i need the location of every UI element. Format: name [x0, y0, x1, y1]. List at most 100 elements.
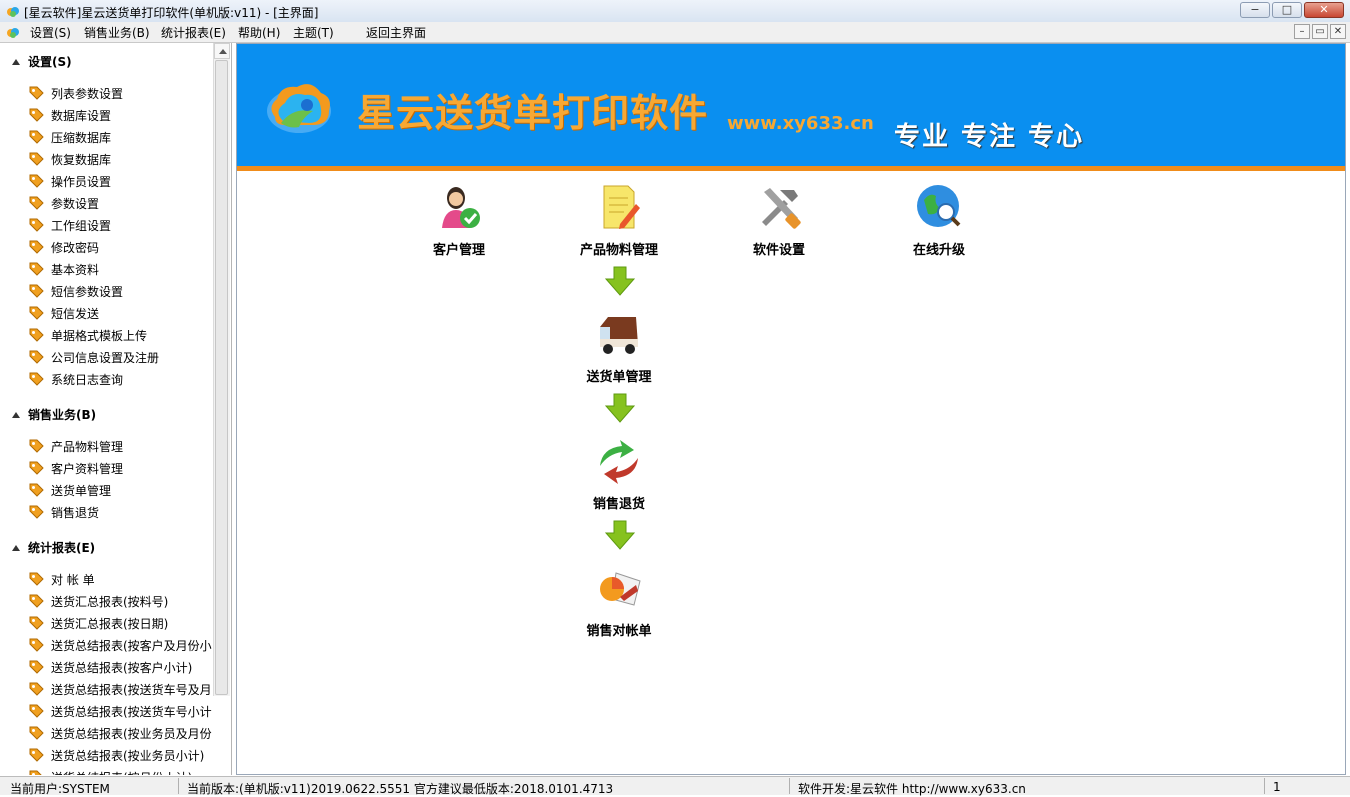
menu-settings[interactable]: 设置(S)	[30, 24, 71, 41]
scroll-up-arrow-icon[interactable]	[214, 43, 230, 59]
down-arrow-icon	[604, 393, 636, 423]
tag-icon	[29, 638, 44, 652]
sidebar-item-label: 送货总结报表(按送货车号及月	[51, 683, 212, 697]
tag-icon	[29, 616, 44, 630]
tag-icon	[29, 704, 44, 718]
tile-customer-management[interactable]: 客户管理	[404, 182, 514, 258]
tag-icon	[29, 328, 44, 342]
tag-icon	[29, 218, 44, 232]
mdi-close-button[interactable]: ✕	[1330, 24, 1346, 39]
sidebar-scrollbar[interactable]	[213, 43, 230, 696]
mdi-minimize-button[interactable]: –	[1294, 24, 1310, 39]
scrollbar-thumb[interactable]	[215, 60, 228, 695]
tag-icon	[29, 372, 44, 386]
sidebar-item-label: 送货单管理	[51, 484, 112, 498]
sidebar-item-label: 销售退货	[51, 506, 100, 520]
menu-help[interactable]: 帮助(H)	[238, 24, 280, 41]
minimize-button[interactable]: −	[1240, 2, 1270, 18]
sidebar-item-label: 列表参数设置	[51, 87, 124, 101]
tag-icon	[29, 572, 44, 586]
developer-info: 软件开发:星云软件 http://www.xy633.cn	[798, 782, 1026, 796]
tag-icon	[29, 86, 44, 100]
tag-icon	[29, 770, 42, 775]
tag-icon	[29, 483, 44, 497]
menu-reports[interactable]: 统计报表(E)	[161, 24, 226, 41]
menu-return-home[interactable]: 返回主界面	[366, 24, 426, 41]
sidebar-item-label: 送货总结报表(按客户及月份小	[51, 639, 212, 653]
sidebar-item-label: 送货总结报表(按客户小计)	[51, 661, 193, 675]
status-page: 1	[1273, 780, 1281, 794]
tag-icon	[29, 748, 44, 762]
tile-software-settings[interactable]: 软件设置	[724, 182, 834, 258]
delivery-van-icon	[600, 317, 638, 354]
sidebar-item-label: 数据库设置	[51, 109, 112, 123]
app-menu-icon[interactable]	[6, 25, 20, 39]
tile-online-upgrade[interactable]: 在线升级	[884, 182, 994, 258]
tag-icon	[29, 196, 44, 210]
status-divider	[1264, 778, 1265, 794]
slogan: 专业 专注 专心	[894, 122, 1085, 152]
sidebar-item-label: 客户资料管理	[51, 462, 124, 476]
sidebar-section-title: 统计报表(E)	[28, 541, 96, 555]
sidebar-section-header[interactable]: 设置(S)	[12, 53, 72, 70]
pie-chart-report-icon	[600, 572, 641, 606]
sidebar-section-title: 设置(S)	[28, 55, 72, 69]
tile-sales-statement[interactable]: 销售对帐单	[564, 563, 674, 639]
collapse-triangle-icon[interactable]	[12, 59, 20, 65]
tag-icon	[29, 152, 44, 166]
status-divider	[178, 778, 179, 794]
tag-icon	[29, 108, 44, 122]
mdi-restore-button[interactable]: ▭	[1312, 24, 1328, 39]
tag-icon	[29, 262, 44, 276]
notepad-pencil-icon	[603, 185, 640, 229]
status-bar: 当前用户:SYSTEM 当前版本:(单机版:v11)2019.0622.5551…	[0, 776, 1350, 796]
sidebar-item-label: 产品物料管理	[51, 440, 124, 454]
tag-icon	[29, 682, 44, 696]
sidebar-item-label: 送货汇总报表(按料号)	[51, 595, 169, 609]
sidebar-item-label: 送货总结报表(按送货车号小计	[51, 705, 212, 719]
sidebar-item-label: 修改密码	[51, 241, 100, 255]
tag-icon	[29, 174, 44, 188]
sidebar-item-label: 送货总结报表(按业务员及月份	[51, 727, 212, 741]
tile-delivery-note-management[interactable]: 送货单管理	[564, 309, 674, 385]
tile-label: 在线升级	[912, 243, 965, 258]
website-url: www.xy633.cn	[727, 113, 874, 134]
window-title: [星云软件]星云送货单打印软件(单机版:v11) - [主界面]	[24, 6, 319, 20]
version-info: 当前版本:(单机版:v11)2019.0622.5551 官方建议最低版本:20…	[187, 782, 614, 796]
tag-icon	[29, 505, 44, 519]
sidebar-item-label: 送货总结报表(按业务员小计)	[51, 749, 205, 763]
menu-theme[interactable]: 主题(T)	[293, 24, 334, 41]
current-user: 当前用户:SYSTEM	[10, 782, 110, 796]
brand-name: 星云送货单打印软件	[357, 91, 709, 135]
sidebar-item-label: 压缩数据库	[51, 131, 112, 145]
tile-label: 销售对帐单	[586, 624, 652, 639]
sidebar-item-label: 短信发送	[51, 307, 100, 321]
app-logo-icon	[7, 7, 19, 17]
sidebar-item-label: 系统日志查询	[51, 373, 124, 387]
maximize-button[interactable]: □	[1272, 2, 1302, 18]
tile-label: 产品物料管理	[579, 243, 658, 258]
sidebar-item-label: 送货汇总报表(按日期)	[51, 617, 169, 631]
collapse-triangle-icon[interactable]	[12, 412, 20, 418]
sidebar-item-label: 单据格式模板上传	[51, 329, 148, 343]
tag-icon	[29, 350, 44, 364]
tile-sales-returns[interactable]: 销售退货	[564, 436, 674, 512]
tile-label: 软件设置	[752, 243, 805, 258]
sidebar-item-label: 参数设置	[51, 197, 100, 211]
sidebar-section-header[interactable]: 销售业务(B)	[12, 406, 96, 423]
sidebar-item-label: 短信参数设置	[51, 285, 124, 299]
tile-label: 客户管理	[432, 243, 485, 258]
tag-icon	[29, 306, 44, 320]
tag-icon	[29, 284, 44, 298]
tile-product-management[interactable]: 产品物料管理	[564, 182, 674, 258]
close-button[interactable]: ✕	[1304, 2, 1344, 18]
sidebar-item-label: 公司信息设置及注册	[51, 351, 160, 365]
menu-sales[interactable]: 销售业务(B)	[84, 24, 150, 41]
tools-icon	[762, 188, 801, 229]
tag-icon	[29, 240, 44, 254]
exchange-arrows-icon	[600, 440, 638, 484]
collapse-triangle-icon[interactable]	[12, 545, 20, 551]
sidebar-item-label: 基本资料	[51, 263, 100, 277]
down-arrow-icon	[604, 266, 636, 296]
sidebar-section-header[interactable]: 统计报表(E)	[12, 539, 95, 556]
